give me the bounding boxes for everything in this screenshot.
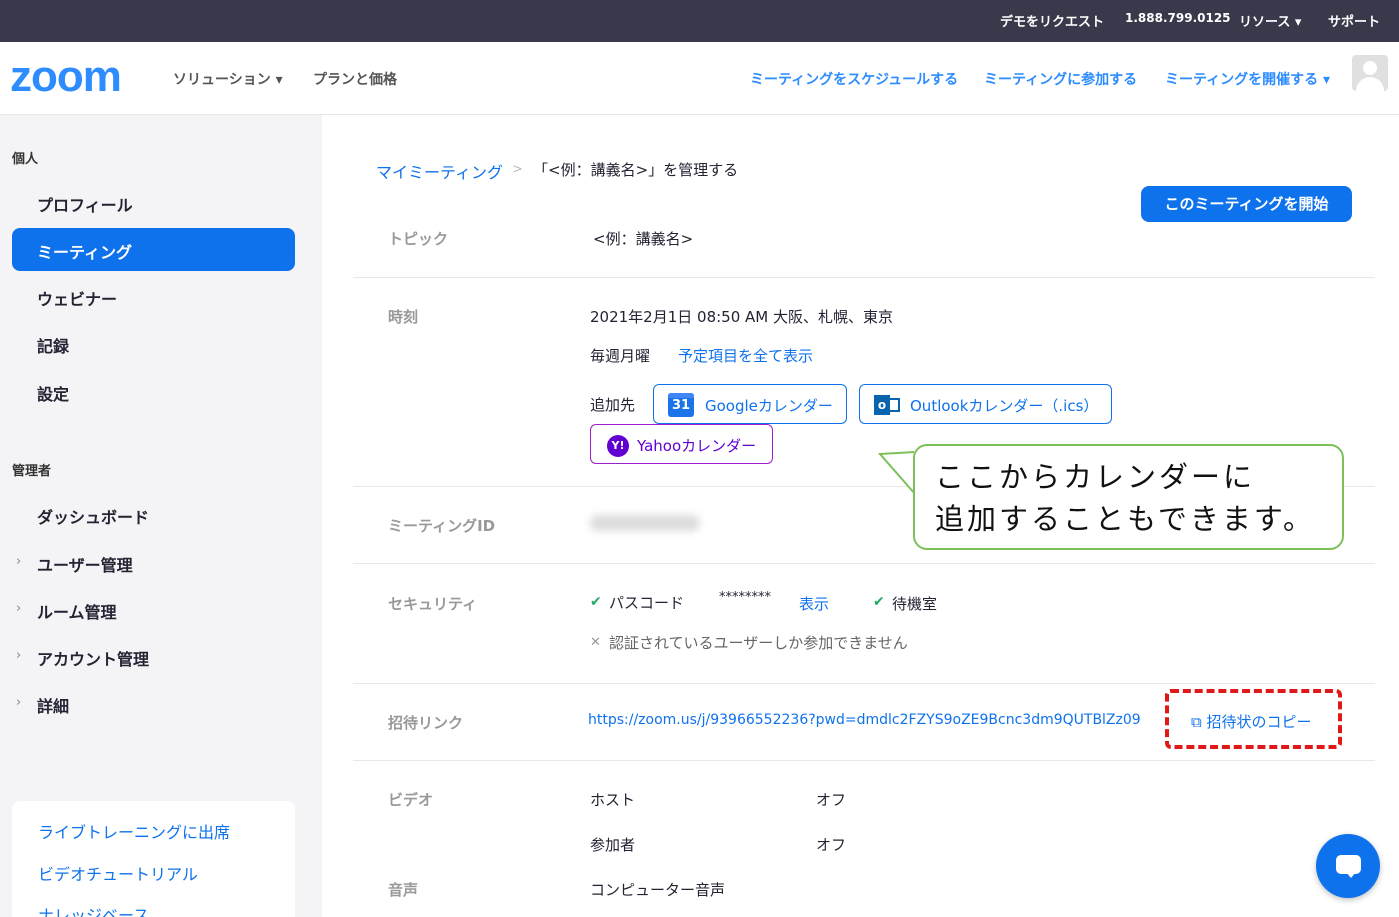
start-meeting-button[interactable]: このミーティングを開始 (1141, 186, 1352, 222)
waiting-room-label: 待機室 (892, 595, 938, 613)
live-training-link[interactable]: ライブトレーニングに出席 (38, 819, 230, 843)
divider (353, 277, 1375, 278)
calendar-callout: ここからカレンダーに 追加することもできます。 (913, 444, 1344, 550)
passcode-mask: ******** (719, 590, 771, 605)
show-all-occurrences-link[interactable]: 予定項目を全て表示 (678, 345, 813, 366)
chat-button[interactable] (1316, 834, 1380, 898)
invite-link-label: 招待リンク (388, 714, 464, 732)
sidebar-item-user-management[interactable]: ユーザー管理 (37, 552, 133, 576)
chevron-right-icon: › (16, 648, 22, 663)
avatar[interactable] (1352, 55, 1388, 91)
avatar-body-icon (1356, 77, 1384, 91)
sidebar-item-settings[interactable]: 設定 (37, 381, 69, 405)
meeting-id-value-redacted (590, 515, 700, 531)
participant-video-value: オフ (816, 836, 847, 854)
chevron-right-icon: › (16, 554, 22, 569)
knowledge-base-link[interactable]: ナレッジベース (38, 902, 149, 917)
request-demo-link[interactable]: デモをリクエスト (1000, 11, 1104, 30)
divider (353, 683, 1375, 684)
time-label: 時刻 (388, 308, 419, 326)
callout-line-1: ここからカレンダーに (935, 460, 1256, 494)
breadcrumb-my-meetings[interactable]: マイミーティング (376, 159, 503, 183)
topic-value: <例：講義名> (593, 230, 694, 248)
add-to-label: 追加先 (590, 396, 636, 414)
share-icon: ⧉ (1191, 713, 1202, 731)
chevron-right-icon: › (16, 695, 22, 710)
audio-value: コンピューター音声 (590, 881, 726, 899)
show-passcode-link[interactable]: 表示 (799, 593, 829, 614)
chevron-right-icon: › (16, 601, 22, 616)
solutions-menu[interactable]: ソリューション ▾ (173, 69, 283, 89)
meeting-id-label: ミーティングID (388, 517, 496, 535)
sidebar-item-advanced[interactable]: 詳細 (37, 693, 69, 717)
invite-link[interactable]: https://zoom.us/j/93966552236?pwd=dmdlc2… (588, 712, 1141, 728)
divider (353, 563, 1375, 564)
outlook-icon: o (874, 393, 900, 417)
divider (353, 760, 1375, 761)
top-utility-bar: デモをリクエスト 1.888.799.0125 リソース ▾ サポート (0, 0, 1399, 42)
breadcrumb-current: 「<例：講義名>」を管理する (533, 161, 739, 179)
sidebar-item-dashboard[interactable]: ダッシュボード (37, 504, 149, 528)
sidebar-item-webinars[interactable]: ウェビナー (37, 286, 117, 310)
check-icon: ✔ (590, 594, 602, 610)
security-label: セキュリティ (388, 595, 478, 613)
passcode-label: パスコード (609, 594, 685, 612)
phone-number[interactable]: 1.888.799.0125 (1125, 11, 1231, 25)
schedule-meeting-link[interactable]: ミーティングをスケジュールする (750, 69, 958, 89)
zoom-logo[interactable]: zoom (10, 52, 122, 102)
video-tutorials-link[interactable]: ビデオチュートリアル (38, 861, 198, 885)
sidebar-section-admin: 管理者 (12, 464, 52, 479)
sidebar: 個人 プロフィール ミーティング ウェビナー 記録 設定 管理者 ダッシュボード… (0, 115, 322, 917)
audio-label: 音声 (388, 881, 419, 899)
time-value: 2021年2月1日 08:50 AM 大阪、札幌、東京 (590, 308, 893, 326)
join-meeting-link[interactable]: ミーティングに参加する (984, 69, 1137, 89)
video-label: ビデオ (388, 791, 434, 809)
google-calendar-button[interactable]: 31 Googleカレンダー (653, 384, 847, 424)
sidebar-item-account-management[interactable]: アカウント管理 (37, 646, 149, 670)
breadcrumb-separator: > (512, 162, 523, 177)
participant-label: 参加者 (590, 836, 636, 854)
main-navbar: zoom ソリューション ▾ プランと価格 ミーティングをスケジュールする ミー… (0, 42, 1399, 115)
resources-menu[interactable]: リソース ▾ (1239, 11, 1301, 30)
host-video-value: オフ (816, 791, 847, 809)
yahoo-icon: Y! (607, 435, 629, 457)
copy-invitation-button[interactable]: ⧉ 招待状のコピー (1191, 711, 1312, 732)
recurrence-value: 毎週月曜 (590, 347, 651, 365)
sidebar-section-personal: 個人 (12, 152, 39, 167)
sidebar-item-meetings[interactable]: ミーティング (12, 228, 295, 271)
host-meeting-menu[interactable]: ミーティングを開催する ▾ (1165, 69, 1330, 89)
support-link[interactable]: サポート (1328, 11, 1380, 30)
plans-link[interactable]: プランと価格 (313, 69, 397, 89)
help-links-card: ライブトレーニングに出席 ビデオチュートリアル ナレッジベース (12, 801, 295, 917)
avatar-head-icon (1363, 61, 1377, 75)
yahoo-calendar-button[interactable]: Y! Yahooカレンダー (590, 424, 773, 464)
host-label: ホスト (590, 791, 636, 809)
sidebar-item-recordings[interactable]: 記録 (37, 333, 69, 357)
topic-label: トピック (388, 230, 449, 248)
google-calendar-icon: 31 (668, 393, 694, 417)
cross-icon: ✕ (590, 635, 601, 650)
auth-only-label: 認証されているユーザーしか参加できません (609, 634, 908, 652)
outlook-calendar-button[interactable]: o Outlookカレンダー（.ics） (859, 384, 1112, 424)
sidebar-item-room-management[interactable]: ルーム管理 (37, 599, 117, 623)
check-icon: ✔ (873, 594, 885, 610)
sidebar-item-profile[interactable]: プロフィール (37, 192, 133, 216)
callout-line-2: 追加することもできます。 (935, 502, 1315, 536)
